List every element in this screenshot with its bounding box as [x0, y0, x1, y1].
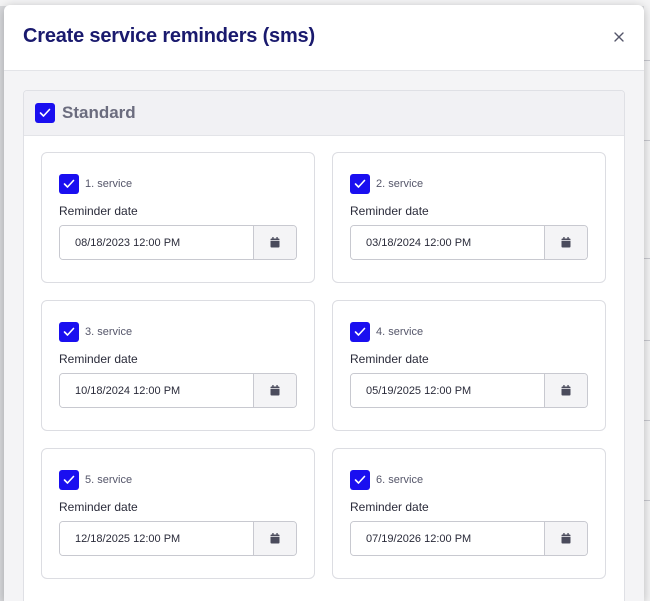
reminder-date-input-3[interactable]: [60, 374, 253, 407]
modal-header: Create service reminders (sms): [4, 5, 644, 71]
group-header: Standard: [24, 91, 624, 136]
checkmark-icon: [354, 179, 366, 188]
reminder-date-label: Reminder date: [59, 352, 138, 366]
service-label: 1. service: [85, 178, 133, 190]
service-label: 2. service: [376, 178, 424, 190]
checkmark-icon: [63, 327, 75, 336]
calendar-icon: [270, 533, 280, 544]
service-card-4: 4. service Reminder date: [332, 300, 606, 431]
date-field-group: [59, 373, 297, 408]
standard-checkbox[interactable]: [35, 103, 55, 123]
calendar-button-5[interactable]: [253, 522, 296, 555]
checkmark-icon: [354, 327, 366, 336]
checkmark-icon: [354, 475, 366, 484]
reminder-date-input-6[interactable]: [351, 522, 544, 555]
calendar-icon: [270, 237, 280, 248]
checkmark-icon: [63, 179, 75, 188]
checkmark-icon: [63, 475, 75, 484]
service-reminders-modal: Create service reminders (sms) Standard: [4, 5, 644, 601]
reminder-date-input-5[interactable]: [60, 522, 253, 555]
background-app-edge: [644, 0, 650, 601]
calendar-button-3[interactable]: [253, 374, 296, 407]
reminder-date-label: Reminder date: [350, 352, 429, 366]
service-checkbox-3[interactable]: [59, 322, 79, 342]
reminder-date-label: Reminder date: [350, 500, 429, 514]
service-card-3: 3. service Reminder date: [41, 300, 315, 431]
calendar-icon: [561, 385, 571, 396]
close-button[interactable]: [608, 26, 630, 48]
calendar-button-6[interactable]: [544, 522, 587, 555]
service-checkbox-6[interactable]: [350, 470, 370, 490]
date-field-group: [59, 521, 297, 556]
service-label: 3. service: [85, 326, 133, 338]
date-field-group: [350, 521, 588, 556]
modal-title: Create service reminders (sms): [23, 25, 315, 47]
modal-body: Standard 1. service Reminder date 08/18/…: [4, 71, 644, 601]
reminder-date-label: Reminder date: [350, 204, 429, 218]
calendar-icon: [561, 237, 571, 248]
reminder-date-label: Reminder date: [59, 500, 138, 514]
calendar-button-4[interactable]: [544, 374, 587, 407]
calendar-button-1[interactable]: [253, 226, 296, 259]
reminder-date-label: Reminder date: [59, 204, 138, 218]
service-checkbox-4[interactable]: [350, 322, 370, 342]
date-field-group: [350, 373, 588, 408]
standard-group: Standard 1. service Reminder date 08/18/…: [23, 90, 625, 601]
reminder-date-input-4[interactable]: [351, 374, 544, 407]
service-label: 6. service: [376, 474, 424, 486]
close-icon: [614, 32, 624, 42]
service-label: 5. service: [85, 474, 133, 486]
service-checkbox-1[interactable]: [59, 174, 79, 194]
service-label: 4. service: [376, 326, 424, 338]
service-card-2: 2. service Reminder date: [332, 152, 606, 283]
calendar-icon: [270, 385, 280, 396]
group-label: Standard: [62, 103, 136, 122]
calendar-icon: [561, 533, 571, 544]
checkmark-icon: [39, 108, 51, 117]
date-field-group: [350, 225, 588, 260]
service-card-5: 5. service Reminder date: [41, 448, 315, 579]
service-checkbox-2[interactable]: [350, 174, 370, 194]
date-field-group: [59, 225, 297, 260]
service-checkbox-5[interactable]: [59, 470, 79, 490]
reminder-date-input-1[interactable]: [60, 226, 253, 259]
service-card-6: 6. service Reminder date: [332, 448, 606, 579]
service-card-1: 1. service Reminder date: [41, 152, 315, 283]
reminder-date-input-2[interactable]: [351, 226, 544, 259]
calendar-button-2[interactable]: [544, 226, 587, 259]
